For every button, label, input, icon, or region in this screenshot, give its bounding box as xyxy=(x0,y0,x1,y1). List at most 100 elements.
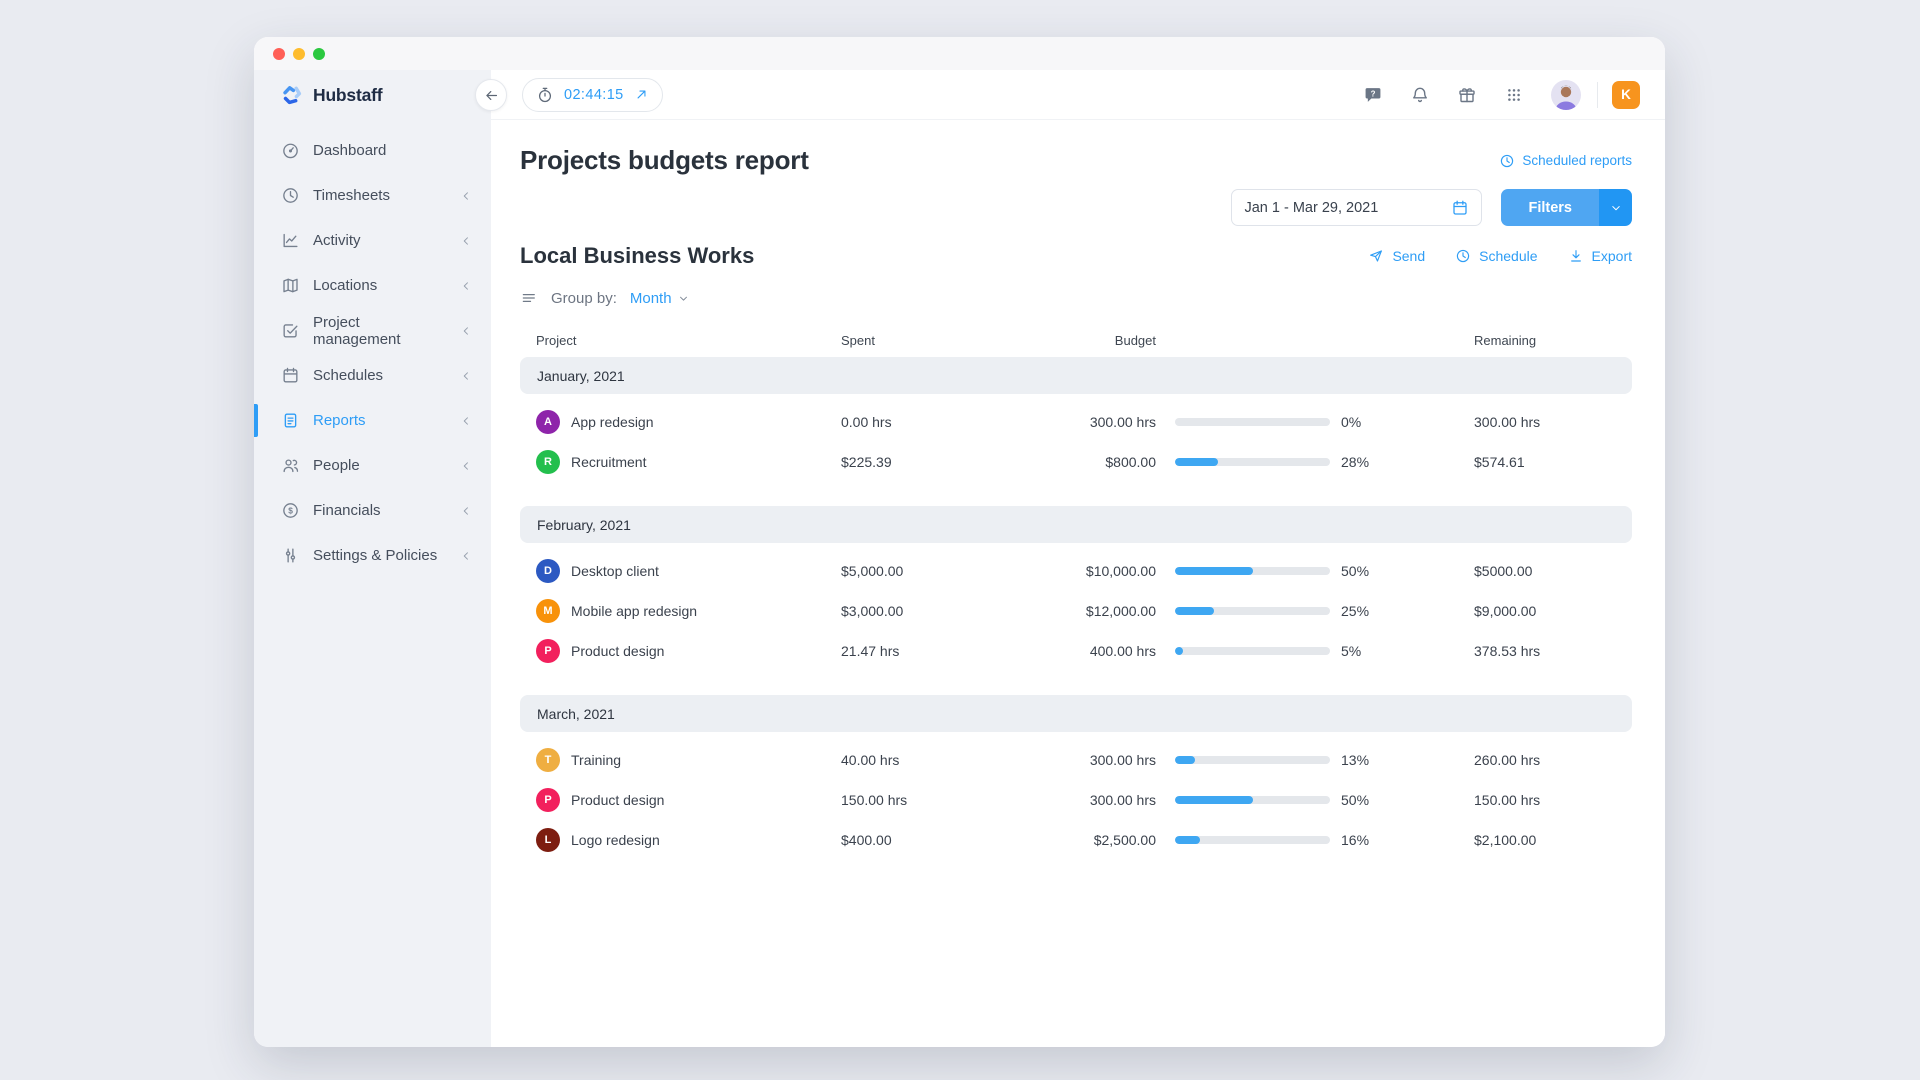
column-header-budget: Budget xyxy=(991,333,1156,348)
clock-icon xyxy=(281,186,300,205)
budget-value: $12,000.00 xyxy=(991,603,1156,619)
project-name: Logo redesign xyxy=(571,832,660,848)
sidebar: Hubstaff Dashboard Timesheets Activity xyxy=(254,70,491,1047)
budget-percent: 50% xyxy=(1341,792,1369,808)
gauge-icon xyxy=(281,141,300,160)
remaining-value: $9,000.00 xyxy=(1474,603,1616,619)
window-titlebar xyxy=(254,37,1665,70)
budget-progress-bar xyxy=(1175,458,1330,466)
sidebar-item-project-management[interactable]: Project management xyxy=(254,308,491,353)
budget-percent: 16% xyxy=(1341,832,1369,848)
budget-progress-bar xyxy=(1175,418,1330,426)
date-range-value: Jan 1 - Mar 29, 2021 xyxy=(1244,200,1443,216)
table-row[interactable]: M Mobile app redesign $3,000.00 $12,000.… xyxy=(520,591,1632,631)
sidebar-item-reports[interactable]: Reports xyxy=(254,398,491,443)
sidebar-item-label: Financials xyxy=(313,502,446,519)
date-range-picker[interactable]: Jan 1 - Mar 29, 2021 xyxy=(1231,189,1482,226)
budget-progress-bar xyxy=(1175,796,1330,804)
spent-value: 40.00 hrs xyxy=(841,752,991,768)
spent-value: $225.39 xyxy=(841,454,991,470)
checkbox-icon xyxy=(281,321,300,340)
topbar-divider xyxy=(1597,82,1598,108)
column-header-project: Project xyxy=(536,333,841,348)
download-icon xyxy=(1568,248,1584,264)
chevron-left-icon xyxy=(459,549,473,563)
sidebar-item-settings-policies[interactable]: Settings & Policies xyxy=(254,533,491,578)
table-row[interactable]: P Product design 21.47 hrs 400.00 hrs 5%… xyxy=(520,631,1632,671)
gift-icon[interactable] xyxy=(1457,85,1477,105)
sidebar-item-label: Locations xyxy=(313,277,446,294)
send-button[interactable]: Send xyxy=(1368,248,1425,264)
budget-percent: 25% xyxy=(1341,603,1369,619)
maximize-window-button[interactable] xyxy=(313,48,325,60)
export-button[interactable]: Export xyxy=(1568,248,1632,264)
sidebar-item-locations[interactable]: Locations xyxy=(254,263,491,308)
map-icon xyxy=(281,276,300,295)
sidebar-nav: Dashboard Timesheets Activity Locations xyxy=(254,128,491,578)
organization-name: Local Business Works xyxy=(520,243,754,269)
chevron-left-icon xyxy=(459,279,473,293)
remaining-value: 378.53 hrs xyxy=(1474,643,1616,659)
activity-chart-icon xyxy=(281,231,300,250)
sidebar-item-activity[interactable]: Activity xyxy=(254,218,491,263)
chevron-down-icon xyxy=(1609,201,1623,215)
scheduled-reports-link[interactable]: Scheduled reports xyxy=(1499,153,1632,169)
help-icon[interactable] xyxy=(1363,85,1383,105)
group-by-select[interactable]: Month xyxy=(630,290,690,307)
budget-percent: 5% xyxy=(1341,643,1361,659)
minimize-window-button[interactable] xyxy=(293,48,305,60)
budget-progress-bar xyxy=(1175,756,1330,764)
group-by-value: Month xyxy=(630,290,672,307)
sidebar-item-people[interactable]: People xyxy=(254,443,491,488)
topbar: 02:44:15 xyxy=(491,70,1665,120)
account-badge[interactable]: K xyxy=(1612,81,1640,109)
project-name: Product design xyxy=(571,792,664,808)
send-icon xyxy=(1368,248,1384,264)
budget-percent: 13% xyxy=(1341,752,1369,768)
timer-value: 02:44:15 xyxy=(564,87,624,103)
calendar-icon xyxy=(1451,199,1469,217)
sidebar-item-dashboard[interactable]: Dashboard xyxy=(254,128,491,173)
filters-dropdown-toggle[interactable] xyxy=(1599,189,1632,226)
group-lines-icon[interactable] xyxy=(520,289,538,307)
logo[interactable]: Hubstaff xyxy=(254,70,491,120)
filters-label[interactable]: Filters xyxy=(1501,189,1599,226)
column-header-remaining: Remaining xyxy=(1474,333,1616,348)
table-row[interactable]: A App redesign 0.00 hrs 300.00 hrs 0% 30… xyxy=(520,402,1632,442)
report-icon xyxy=(281,411,300,430)
sidebar-item-financials[interactable]: Financials xyxy=(254,488,491,533)
spent-value: 150.00 hrs xyxy=(841,792,991,808)
report-content: Projects budgets report Scheduled report… xyxy=(491,120,1665,1047)
filters-button[interactable]: Filters xyxy=(1501,189,1632,226)
back-button[interactable] xyxy=(475,79,507,111)
month-section-february: February, 2021 D Desktop client $5,000.0… xyxy=(520,506,1632,671)
open-timer-icon[interactable] xyxy=(634,87,649,102)
table-row[interactable]: D Desktop client $5,000.00 $10,000.00 50… xyxy=(520,551,1632,591)
sidebar-item-label: Project management xyxy=(313,314,446,348)
schedule-button[interactable]: Schedule xyxy=(1455,248,1537,264)
sidebar-item-timesheets[interactable]: Timesheets xyxy=(254,173,491,218)
table-row[interactable]: T Training 40.00 hrs 300.00 hrs 13% 260.… xyxy=(520,740,1632,780)
project-name: Mobile app redesign xyxy=(571,603,697,619)
bell-icon[interactable] xyxy=(1410,85,1430,105)
sliders-icon xyxy=(281,546,300,565)
budget-percent: 28% xyxy=(1341,454,1369,470)
project-name: Product design xyxy=(571,643,664,659)
sidebar-item-schedules[interactable]: Schedules xyxy=(254,353,491,398)
chevron-left-icon xyxy=(459,504,473,518)
project-avatar: M xyxy=(536,599,560,623)
table-row[interactable]: R Recruitment $225.39 $800.00 28% $574.6… xyxy=(520,442,1632,482)
timer-widget[interactable]: 02:44:15 xyxy=(522,78,663,112)
scheduled-reports-label: Scheduled reports xyxy=(1522,153,1632,168)
chevron-left-icon xyxy=(459,414,473,428)
user-avatar[interactable] xyxy=(1551,80,1581,110)
close-window-button[interactable] xyxy=(273,48,285,60)
table-row[interactable]: L Logo redesign $400.00 $2,500.00 16% $2… xyxy=(520,820,1632,860)
month-band: February, 2021 xyxy=(520,506,1632,543)
group-by-label: Group by: xyxy=(551,290,617,307)
budget-progress-bar xyxy=(1175,607,1330,615)
apps-grid-icon[interactable] xyxy=(1504,85,1524,105)
table-row[interactable]: P Product design 150.00 hrs 300.00 hrs 5… xyxy=(520,780,1632,820)
chevron-down-icon xyxy=(677,292,690,305)
budget-value: $2,500.00 xyxy=(991,832,1156,848)
